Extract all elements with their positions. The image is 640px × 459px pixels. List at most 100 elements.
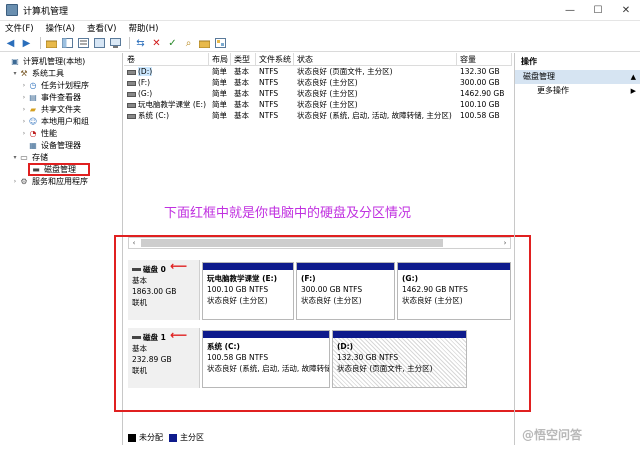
actions-title: 操作: [521, 57, 537, 66]
expand-chevron-icon[interactable]: ›: [20, 94, 28, 101]
cell-capacity: 100.10 GB: [460, 100, 500, 109]
table-row[interactable]: 玩电脑教学课堂 (E:) 简单 基本 NTFS 状态良好 (主分区) 100.10 GB: [124, 99, 512, 110]
table-row[interactable]: (G:) 简单 基本 NTFS 状态良好 (主分区) 1462.90 GB: [124, 88, 512, 99]
window-title: 计算机管理: [23, 6, 69, 17]
back-arrow-icon[interactable]: ◀: [4, 37, 17, 50]
table-row[interactable]: (F:) 简单 基本 NTFS 状态良好 (主分区) 300.00 GB: [124, 77, 512, 88]
column-status[interactable]: 状态: [294, 53, 457, 65]
clock-icon: ◷: [29, 80, 37, 90]
cell-status: 状态良好 (页面文件, 主分区): [297, 67, 393, 76]
tree-item-label: 存储: [32, 152, 48, 162]
collapse-up-icon[interactable]: ▲: [631, 70, 636, 84]
partition-status: 状态良好 (页面文件, 主分区): [337, 364, 433, 373]
delete-icon[interactable]: ✕: [150, 37, 163, 50]
expand-chevron-icon[interactable]: ›: [20, 130, 28, 137]
tools-icon: ⚒: [20, 68, 28, 78]
expand-chevron-icon[interactable]: ›: [20, 82, 28, 89]
minimize-button[interactable]: —: [556, 0, 584, 21]
partition-f[interactable]: (F:) 300.00 GB NTFS 状态良好 (主分区): [296, 262, 395, 320]
partition-d[interactable]: (D:) 132.30 GB NTFS 状态良好 (页面文件, 主分区): [332, 330, 467, 388]
tree-item[interactable]: › ◷ 任务计划程序: [0, 79, 122, 91]
column-layout[interactable]: 布局: [209, 53, 231, 65]
disk-1-label[interactable]: 磁盘 1 基本 232.89 GB 联机: [128, 328, 200, 388]
expand-chevron-icon[interactable]: ▾: [11, 154, 19, 161]
tree-item[interactable]: ▾ ▭ 存储: [0, 151, 122, 163]
scroll-right-icon[interactable]: ›: [500, 239, 510, 247]
performance-icon: ◔: [29, 128, 37, 138]
search-icon[interactable]: ⌕: [182, 37, 195, 50]
menu-view[interactable]: 查看(V): [87, 22, 116, 34]
close-button[interactable]: ✕: [612, 0, 640, 21]
console-tree-icon[interactable]: [61, 37, 74, 50]
cell-layout: 简单: [212, 89, 227, 98]
more-actions-item[interactable]: 更多操作 ▶: [515, 84, 640, 98]
tree-item[interactable]: ▣ 计算机管理(本地): [0, 55, 122, 67]
connect-icon[interactable]: ⇆: [134, 37, 147, 50]
device-icon: ▦: [29, 140, 37, 150]
expand-chevron-icon[interactable]: ›: [20, 106, 28, 113]
table-row[interactable]: (D:) 简单 基本 NTFS 状态良好 (页面文件, 主分区) 132.30 GB: [124, 66, 512, 77]
disk-0-label[interactable]: 磁盘 0 基本 1863.00 GB 联机: [128, 260, 200, 320]
volume-list-rows: (D:) 简单 基本 NTFS 状态良好 (页面文件, 主分区) 132.30 GB (F:…: [124, 66, 512, 121]
tree-item[interactable]: ▾ ⚒ 系统工具: [0, 67, 122, 79]
volume-name: (G:): [138, 89, 153, 98]
volume-name: (F:): [138, 78, 151, 87]
column-volume[interactable]: 卷: [124, 53, 209, 65]
partition-size: 100.58 GB NTFS: [207, 353, 269, 362]
settings-icon[interactable]: [214, 37, 227, 50]
cell-volume: (G:): [124, 88, 209, 99]
scroll-left-icon[interactable]: ‹: [129, 239, 139, 247]
help-icon[interactable]: [93, 37, 106, 50]
partition-name: (D:): [337, 342, 354, 351]
cell-volume: (D:): [124, 66, 209, 77]
column-type[interactable]: 类型: [231, 53, 256, 65]
properties-icon[interactable]: [77, 37, 90, 50]
forward-arrow-icon[interactable]: ▶: [20, 37, 33, 50]
menu-help[interactable]: 帮助(H): [128, 22, 158, 34]
volume-name: 玩电脑教学课堂 (E:): [138, 100, 207, 109]
display-icon[interactable]: [109, 37, 122, 50]
tree-item[interactable]: › ⚙ 服务和应用程序: [0, 175, 122, 187]
toolbar-separator: [129, 37, 130, 49]
cell-layout: 简单: [212, 100, 227, 109]
tree-item[interactable]: ▬ 磁盘管理: [0, 162, 122, 176]
cell-status: 状态良好 (系统, 启动, 活动, 故障转储, 主分区): [297, 111, 452, 120]
checklist-icon[interactable]: ✓: [166, 37, 179, 50]
menu-file[interactable]: 文件(F): [5, 22, 34, 34]
cell-filesystem: NTFS: [259, 78, 279, 87]
selected-tree-item-highlight[interactable]: ▬ 磁盘管理: [28, 162, 90, 176]
tree-item[interactable]: › ▤ 事件查看器: [0, 91, 122, 103]
tree-item[interactable]: ▦ 设备管理器: [0, 139, 122, 151]
title-bar: 计算机管理 — ☐ ✕: [0, 0, 640, 21]
annotation-note: 下面红框中就是你电脑中的硬盘及分区情况: [164, 206, 412, 221]
scrollbar-thumb[interactable]: [141, 239, 443, 247]
partition-e[interactable]: 玩电脑教学课堂 (E:) 100.10 GB NTFS 状态良好 (主分区): [202, 262, 294, 320]
tree-item-label: 本地用户和组: [41, 116, 89, 126]
menu-action[interactable]: 操作(A): [46, 22, 75, 34]
tree-item[interactable]: › ▰ 共享文件夹: [0, 103, 122, 115]
drive-icon: [127, 91, 136, 97]
folder-up-icon[interactable]: [45, 37, 58, 50]
cell-capacity: 300.00 GB: [460, 78, 500, 87]
actions-section-disk-management[interactable]: 磁盘管理 ▲: [515, 70, 640, 84]
legend-primary-label: 主分区: [180, 433, 204, 442]
expand-chevron-icon[interactable]: ›: [20, 118, 28, 125]
maximize-button[interactable]: ☐: [584, 0, 612, 21]
tree-item-label: 事件查看器: [41, 92, 81, 102]
legend: 未分配 主分区: [128, 432, 204, 443]
folder-icon[interactable]: [198, 37, 211, 50]
partition-name: 玩电脑教学课堂 (E:): [207, 274, 278, 283]
disk-0-status: 联机: [132, 298, 147, 307]
expand-chevron-icon[interactable]: ▾: [11, 70, 19, 77]
column-filesystem[interactable]: 文件系统: [256, 53, 294, 65]
tree-item[interactable]: › ◔ 性能: [0, 127, 122, 139]
tree-item[interactable]: › ☺ 本地用户和组: [0, 115, 122, 127]
expand-chevron-icon[interactable]: ›: [11, 178, 19, 185]
partition-g[interactable]: (G:) 1462.90 GB NTFS 状态良好 (主分区): [397, 262, 511, 320]
disk-1-status: 联机: [132, 366, 147, 375]
disk-1-name: 磁盘 1: [143, 333, 166, 342]
partition-c[interactable]: 系统 (C:) 100.58 GB NTFS 状态良好 (系统, 启动, 活动,…: [202, 330, 330, 388]
column-capacity[interactable]: 容量: [457, 53, 512, 65]
table-row[interactable]: 系统 (C:) 简单 基本 NTFS 状态良好 (系统, 启动, 活动, 故障转储, 主…: [124, 110, 512, 121]
horizontal-scrollbar[interactable]: ‹ ›: [128, 237, 511, 249]
